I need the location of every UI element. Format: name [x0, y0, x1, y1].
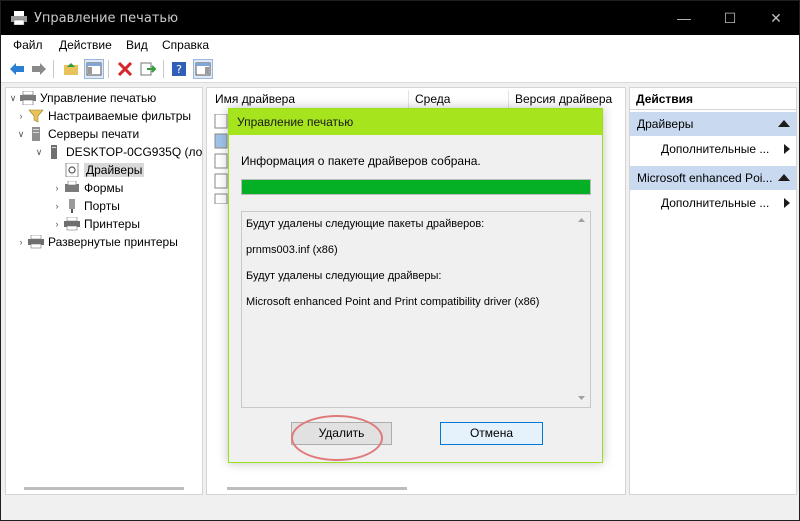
tree-horizontal-scrollbar[interactable]	[24, 487, 184, 490]
cancel-button[interactable]: Отмена	[440, 422, 543, 445]
actions-header: Действия	[630, 88, 796, 110]
scroll-down-icon	[578, 396, 585, 400]
action-more-drivers[interactable]: Дополнительные ...	[630, 138, 796, 160]
details-scrollbar[interactable]	[573, 212, 590, 407]
remove-driver-dialog: Управление печатью Информация о пакете д…	[228, 108, 603, 463]
column-separator[interactable]	[508, 90, 509, 108]
menu-help[interactable]: Справка	[162, 38, 209, 52]
column-separator[interactable]	[408, 90, 409, 108]
column-driver-version[interactable]: Версия драйвера	[515, 92, 612, 106]
tree-item-deployed-printers[interactable]: › Развернутые принтеры	[14, 233, 178, 251]
details-line: Microsoft enhanced Point and Print compa…	[246, 296, 540, 308]
delete-button[interactable]: Удалить	[291, 422, 392, 445]
tree-item-label: DESKTOP-0CG935Q (лока	[66, 145, 203, 159]
menu-file[interactable]: Файл	[13, 38, 43, 52]
details-box: Будут удалены следующие пакеты драйверов…	[241, 211, 591, 408]
minimize-button[interactable]: —	[661, 1, 707, 35]
tree-item-desktop-server[interactable]: ∨ DESKTOP-0CG935Q (лока	[32, 143, 203, 161]
column-environment[interactable]: Среда	[415, 92, 450, 106]
tree-item-print-management[interactable]: ∨ Управление печатью	[6, 89, 156, 107]
delete-icon[interactable]	[115, 59, 135, 79]
menu-bar: Файл Действие Вид Справка	[1, 35, 799, 55]
action-more-driver[interactable]: Дополнительные ...	[630, 192, 796, 214]
properties-icon[interactable]	[193, 59, 213, 79]
collapse-up-icon[interactable]	[778, 174, 790, 181]
action-label: Дополнительные ...	[661, 142, 770, 156]
dialog-info-text: Информация о пакете драйверов собрана.	[241, 154, 481, 168]
tree-item-label: Принтеры	[84, 217, 140, 231]
computer-icon	[51, 145, 57, 159]
tree-item-label: Серверы печати	[48, 127, 140, 141]
toolbar-separator	[53, 60, 54, 78]
navigation-tree: ∨ Управление печатью › Настраиваемые фил…	[5, 87, 203, 495]
progress-fill	[242, 180, 590, 194]
toolbar-separator	[163, 60, 164, 78]
submenu-arrow-icon	[784, 144, 790, 154]
actions-pane: Действия Драйверы Дополнительные ... Mic…	[629, 87, 797, 495]
window-title: Управление печатью	[34, 11, 179, 26]
chevron-right-icon[interactable]: ›	[50, 183, 64, 193]
toolbar: ?	[1, 55, 799, 83]
dialog-title: Управление печатью	[229, 109, 602, 135]
title-bar: Управление печатью — ☐ ✕	[1, 1, 799, 35]
chevron-right-icon[interactable]: ›	[14, 237, 28, 247]
tree-item-ports[interactable]: › Порты	[50, 197, 120, 215]
driver-row-icons	[214, 114, 228, 204]
chevron-right-icon[interactable]: ›	[50, 219, 64, 229]
tree-item-drivers[interactable]: Драйверы	[50, 161, 145, 179]
tree-item-label: Порты	[84, 199, 120, 213]
menu-action[interactable]: Действие	[59, 38, 112, 52]
help-icon[interactable]: ?	[169, 59, 189, 79]
column-driver-name[interactable]: Имя драйвера	[215, 92, 295, 106]
tree-item-forms[interactable]: › Формы	[50, 179, 123, 197]
chevron-right-icon[interactable]: ›	[50, 201, 64, 211]
tree-item-print-servers[interactable]: ∨ Серверы печати	[14, 125, 139, 143]
scroll-up-icon	[578, 218, 585, 222]
chevron-down-icon[interactable]: ∨	[6, 93, 20, 104]
filter-icon	[28, 109, 44, 123]
svg-text:?: ?	[176, 63, 182, 76]
chevron-down-icon[interactable]: ∨	[14, 129, 28, 140]
print-management-icon	[20, 91, 36, 105]
show-hide-tree-icon[interactable]	[84, 59, 104, 79]
list-horizontal-scrollbar[interactable]	[227, 487, 407, 490]
forward-icon[interactable]	[29, 59, 49, 79]
tree-item-label: Настраиваемые фильтры	[48, 109, 192, 123]
tree-item-printers[interactable]: › Принтеры	[50, 215, 140, 233]
chevron-right-icon[interactable]: ›	[14, 111, 28, 121]
submenu-arrow-icon	[784, 198, 790, 208]
close-button[interactable]: ✕	[753, 1, 799, 35]
ports-icon	[69, 199, 75, 213]
forms-icon	[65, 181, 79, 192]
deployed-printers-icon	[28, 235, 44, 249]
print-management-icon	[11, 11, 27, 25]
export-icon[interactable]	[138, 59, 158, 79]
action-label: Дополнительные ...	[661, 196, 770, 210]
printers-icon	[64, 217, 80, 231]
details-line: Будут удалены следующие пакеты драйверов…	[246, 218, 485, 230]
details-line: Будут удалены следующие драйверы:	[246, 270, 442, 282]
drivers-icon	[65, 163, 79, 177]
back-icon[interactable]	[7, 59, 27, 79]
print-management-window: Управление печатью — ☐ ✕ Файл Действие В…	[0, 0, 800, 521]
tree-item-label: Управление печатью	[40, 91, 157, 105]
tree-item-label: Драйверы	[84, 163, 145, 177]
tree-item-custom-filters[interactable]: › Настраиваемые фильтры	[14, 107, 192, 125]
tree-item-label: Развернутые принтеры	[48, 235, 178, 249]
toolbar-separator	[108, 60, 109, 78]
menu-view[interactable]: Вид	[126, 38, 148, 52]
actions-group-drivers[interactable]: Драйверы	[630, 112, 796, 136]
progress-bar	[241, 179, 591, 195]
actions-group-title: Microsoft enhanced Poi...	[637, 171, 773, 185]
maximize-button[interactable]: ☐	[707, 1, 753, 35]
tree-item-label: Формы	[84, 181, 124, 195]
servers-icon	[32, 127, 40, 141]
collapse-up-icon[interactable]	[778, 120, 790, 127]
details-line: prnms003.inf (x86)	[246, 244, 338, 256]
actions-group-driver-selected[interactable]: Microsoft enhanced Poi...	[630, 166, 796, 190]
up-folder-icon[interactable]	[61, 59, 81, 79]
actions-group-title: Драйверы	[637, 117, 694, 131]
chevron-down-icon[interactable]: ∨	[32, 147, 46, 158]
